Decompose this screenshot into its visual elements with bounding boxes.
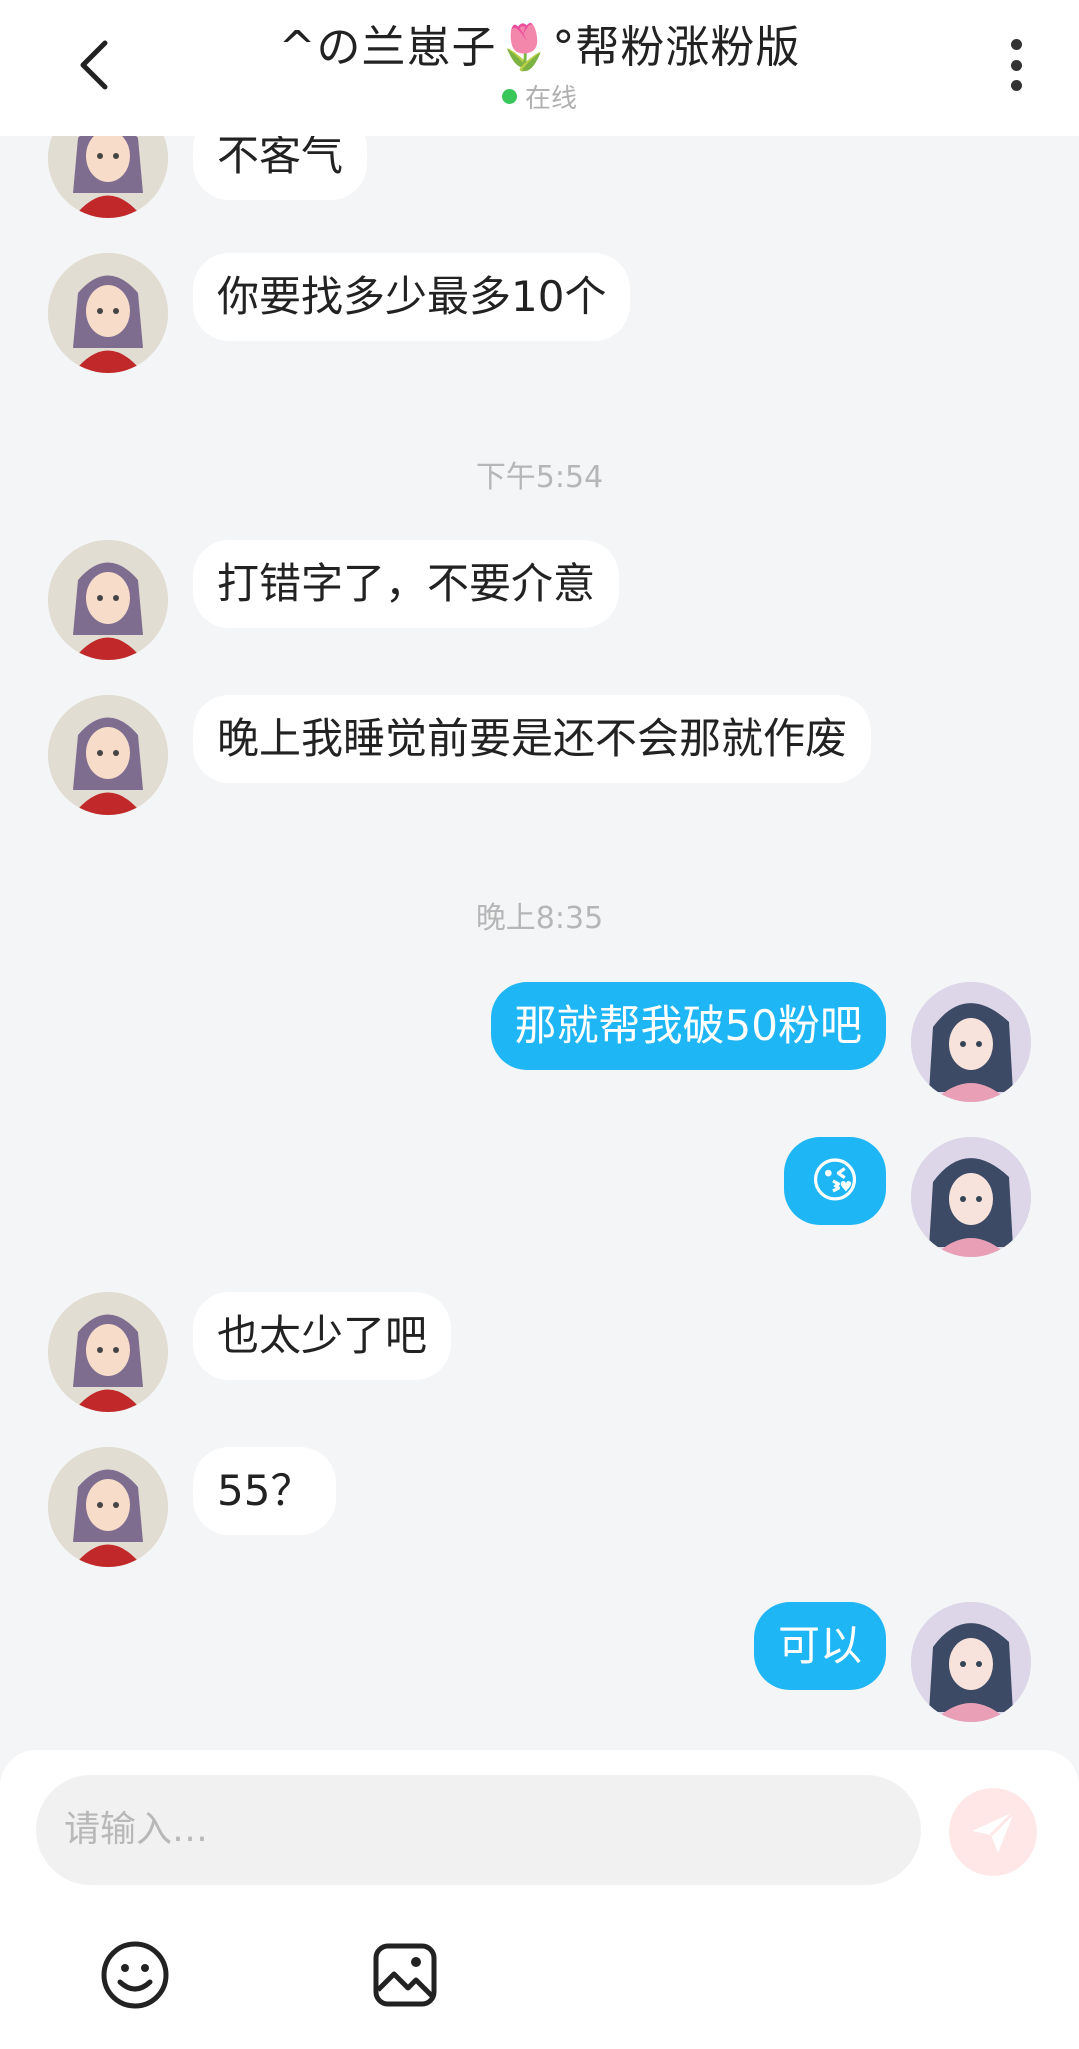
contact-avatar[interactable] [48, 695, 168, 815]
timestamp: 晚上8:35 [475, 901, 604, 936]
message-bubble[interactable]: 你要找多少最多10个 [193, 253, 631, 341]
more-options-button[interactable] [998, 35, 1034, 95]
message-bubble[interactable]: 55？ [193, 1447, 337, 1535]
my-avatar[interactable] [911, 1602, 1031, 1722]
message-bubble[interactable]: 可以 [753, 1602, 886, 1690]
message-bubble[interactable]: 也太少了吧 [193, 1292, 452, 1380]
contact-avatar[interactable] [48, 1292, 168, 1412]
message-input[interactable]: 请输入… [36, 1775, 921, 1885]
send-icon [972, 1810, 1016, 1853]
contact-avatar[interactable] [48, 540, 168, 660]
contact-avatar[interactable] [48, 253, 168, 373]
more-vertical-icon [1010, 39, 1022, 50]
message-bubble[interactable]: 打错字了，不要介意 [193, 540, 620, 628]
status-label: 在线 [524, 84, 577, 114]
message-list: 不客气 你要找多少最多10个 下午5:54 打错字了，不要介意 晚上我睡觉前要是… [0, 0, 1079, 1750]
composer: 请输入… [0, 1750, 1079, 2049]
more-vertical-icon [1010, 59, 1022, 71]
my-avatar[interactable] [911, 1137, 1031, 1257]
online-status: 在线 [0, 78, 1079, 115]
contact-avatar[interactable] [48, 1447, 168, 1567]
message-bubble[interactable]: 晚上我睡觉前要是还不会那就作废 [193, 695, 872, 783]
timestamp: 下午5:54 [475, 460, 604, 495]
emoji-icon [101, 1941, 169, 2009]
image-icon [373, 1943, 437, 2007]
online-dot-icon [501, 89, 517, 104]
more-vertical-icon [1010, 80, 1022, 91]
my-avatar[interactable] [911, 982, 1031, 1102]
image-button[interactable] [365, 1935, 445, 2015]
chat-header: ^の兰崽子🌷°帮粉涨粉版 在线 [0, 0, 1079, 136]
message-bubble[interactable]: 😘 [783, 1137, 886, 1225]
send-button[interactable] [949, 1788, 1037, 1876]
chat-title: ^の兰崽子🌷°帮粉涨粉版 [278, 22, 801, 73]
emoji-button[interactable] [95, 1935, 175, 2015]
message-bubble[interactable]: 那就帮我破50粉吧 [490, 982, 886, 1070]
